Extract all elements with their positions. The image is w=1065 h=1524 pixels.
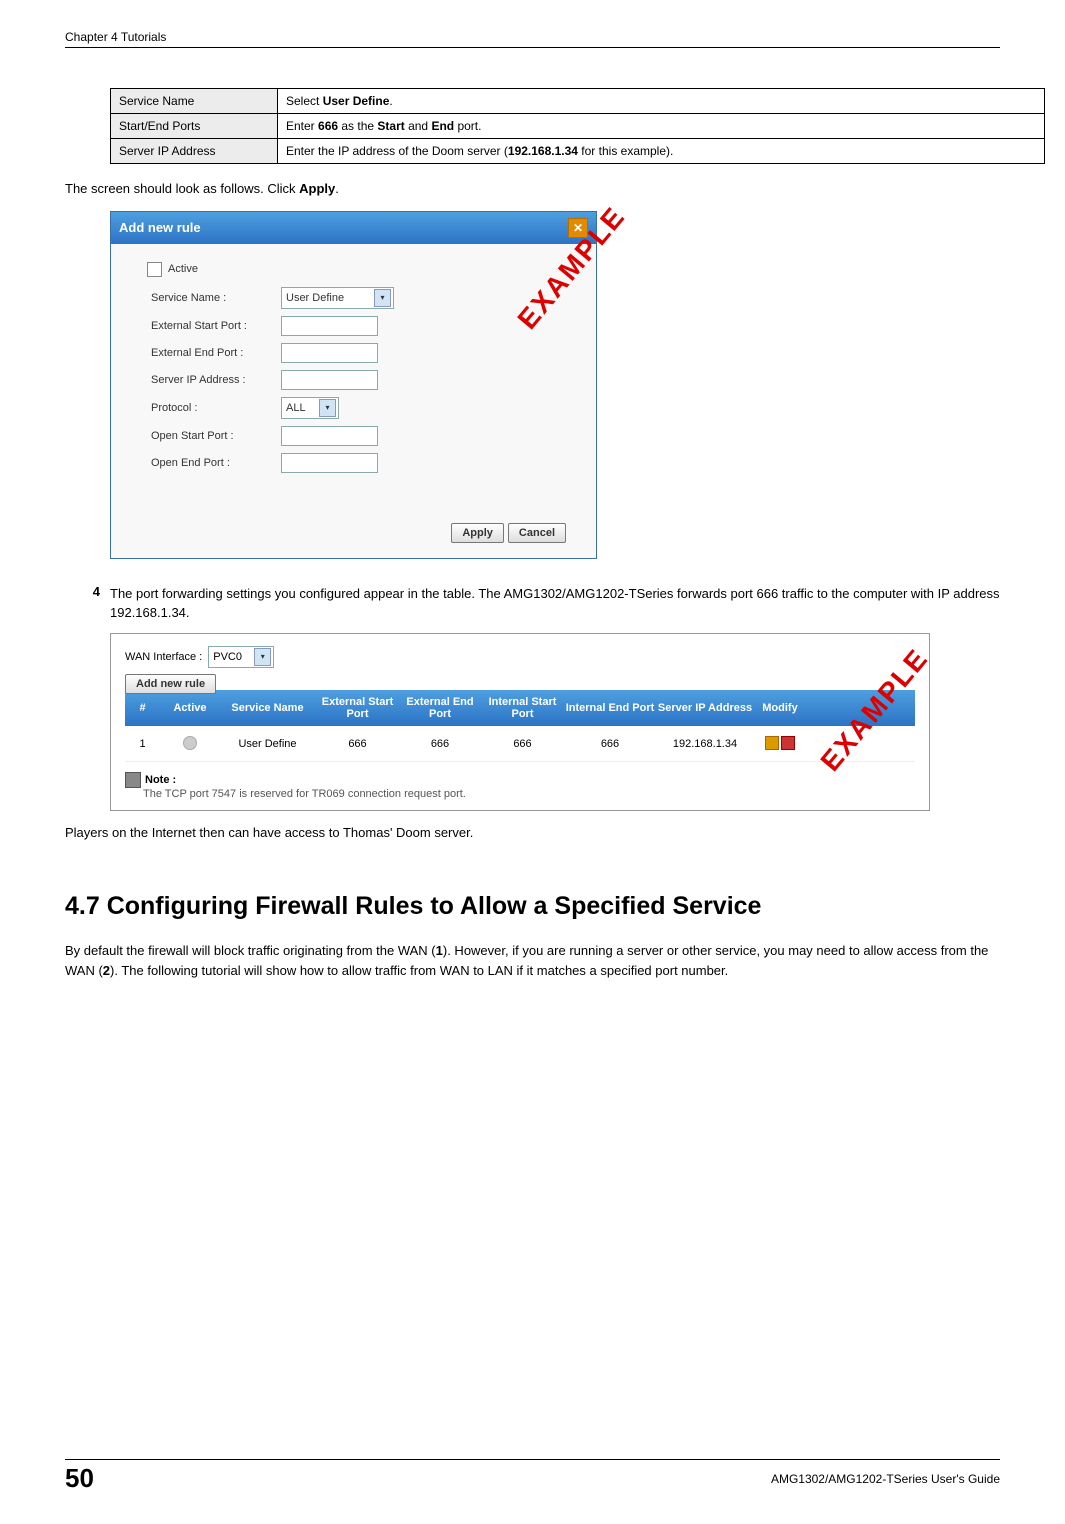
bold-text: Apply: [299, 181, 335, 196]
external-start-port-label: External Start Port :: [151, 320, 281, 332]
config-value: Enter the IP address of the Doom server …: [278, 139, 1045, 164]
external-end-port-input[interactable]: [281, 343, 378, 363]
text: Select: [286, 94, 323, 108]
note-icon: [125, 772, 141, 788]
active-label: Active: [168, 263, 198, 275]
col-num: #: [125, 702, 160, 714]
bold-text: 2: [103, 963, 110, 978]
text: ). The following tutorial will show how …: [110, 963, 728, 978]
apply-button[interactable]: Apply: [451, 523, 504, 543]
row-num: 1: [125, 738, 160, 750]
select-value: User Define: [286, 292, 344, 304]
note-text: The TCP port 7547 is reserved for TR069 …: [143, 788, 915, 800]
bold-text: User Define: [323, 94, 390, 108]
note-title: Note :: [145, 773, 176, 785]
add-new-rule-button[interactable]: Add new rule: [125, 674, 216, 694]
table-row: Service Name Select User Define.: [111, 89, 1045, 114]
apply-instruction: The screen should look as follows. Click…: [65, 179, 1000, 199]
bold-text: Start: [377, 119, 404, 133]
service-name-select[interactable]: User Define ▾: [281, 287, 394, 309]
cancel-button[interactable]: Cancel: [508, 523, 566, 543]
server-ip-label: Server IP Address :: [151, 374, 281, 386]
players-text: Players on the Internet then can have ac…: [65, 823, 1000, 843]
col-active: Active: [160, 702, 220, 714]
text: By default the firewall will block traff…: [65, 943, 436, 958]
chevron-down-icon: ▾: [374, 289, 391, 307]
col-modify: Modify: [755, 702, 805, 714]
protocol-select[interactable]: ALL ▾: [281, 397, 339, 419]
bold-text: 192.168.1.34: [508, 144, 578, 158]
wan-interface-select[interactable]: PVC0 ▾: [208, 646, 274, 668]
table-row: Server IP Address Enter the IP address o…: [111, 139, 1045, 164]
text: Enter: [286, 119, 318, 133]
open-end-port-input[interactable]: [281, 453, 378, 473]
table-row: Start/End Ports Enter 666 as the Start a…: [111, 114, 1045, 139]
text: Enter the IP address of the Doom server …: [286, 144, 508, 158]
delete-icon[interactable]: [781, 736, 795, 750]
active-checkbox[interactable]: [147, 262, 162, 277]
col-server-ip: Server IP Address: [655, 702, 755, 714]
server-ip-input[interactable]: [281, 370, 378, 390]
open-start-port-input[interactable]: [281, 426, 378, 446]
row-int-end: 666: [565, 738, 655, 750]
config-label: Service Name: [111, 89, 278, 114]
service-name-label: Service Name :: [151, 292, 281, 304]
protocol-label: Protocol :: [151, 402, 281, 414]
edit-icon[interactable]: [765, 736, 779, 750]
page-number: 50: [65, 1463, 94, 1494]
col-int-start: Internal Start Port: [480, 696, 565, 720]
text: .: [335, 181, 339, 196]
bold-text: 666: [318, 119, 338, 133]
row-name: User Define: [220, 738, 315, 750]
text: for this example).: [578, 144, 673, 158]
open-end-port-label: Open End Port :: [151, 457, 281, 469]
config-value: Enter 666 as the Start and End port.: [278, 114, 1045, 139]
text: as the: [338, 119, 377, 133]
text: The screen should look as follows. Click: [65, 181, 299, 196]
text: port.: [454, 119, 481, 133]
text: .: [389, 94, 392, 108]
step-number: 4: [65, 584, 100, 623]
col-ext-start: External Start Port: [315, 696, 400, 720]
dialog-header: Add new rule ✕: [111, 212, 596, 244]
row-active: [160, 736, 220, 753]
section-heading: 4.7 Configuring Firewall Rules to Allow …: [65, 892, 1000, 921]
row-modify: [755, 736, 805, 753]
footer: 50 AMG1302/AMG1202-TSeries User's Guide: [65, 1459, 1000, 1494]
external-start-port-input[interactable]: [281, 316, 378, 336]
row-server-ip: 192.168.1.34: [655, 738, 755, 750]
select-value: PVC0: [213, 651, 242, 663]
row-ext-start: 666: [315, 738, 400, 750]
config-label: Server IP Address: [111, 139, 278, 164]
chevron-down-icon: ▾: [319, 399, 336, 417]
config-table: Service Name Select User Define. Start/E…: [110, 88, 1045, 164]
dialog-title: Add new rule: [119, 220, 201, 235]
wan-interface-label: WAN Interface :: [125, 651, 202, 663]
row-ext-end: 666: [400, 738, 480, 750]
close-icon[interactable]: ✕: [568, 218, 588, 238]
select-value: ALL: [286, 402, 306, 414]
add-rule-dialog: Add new rule ✕ Active Service Name : Use…: [110, 211, 597, 559]
bold-text: 1: [436, 943, 443, 958]
external-end-port-label: External End Port :: [151, 347, 281, 359]
col-ext-end: External End Port: [400, 696, 480, 720]
guide-title: AMG1302/AMG1202-TSeries User's Guide: [106, 1472, 1000, 1486]
config-label: Start/End Ports: [111, 114, 278, 139]
config-value: Select User Define.: [278, 89, 1045, 114]
col-int-end: Internal End Port: [565, 702, 655, 714]
section-body: By default the firewall will block traff…: [65, 941, 1000, 980]
open-start-port-label: Open Start Port :: [151, 430, 281, 442]
step-text: The port forwarding settings you configu…: [110, 584, 1000, 623]
port-forwarding-panel: WAN Interface : PVC0 ▾ Add new rule # Ac…: [110, 633, 930, 811]
text: and: [405, 119, 432, 133]
running-header: Chapter 4 Tutorials: [65, 30, 1000, 48]
bulb-icon[interactable]: [183, 736, 197, 750]
chevron-down-icon: ▾: [254, 648, 271, 666]
dialog-body: Active Service Name : User Define ▾ Exte…: [111, 244, 596, 558]
table-row: 1 User Define 666 666 666 666 192.168.1.…: [125, 726, 915, 762]
row-int-start: 666: [480, 738, 565, 750]
col-name: Service Name: [220, 702, 315, 714]
bold-text: End: [431, 119, 454, 133]
